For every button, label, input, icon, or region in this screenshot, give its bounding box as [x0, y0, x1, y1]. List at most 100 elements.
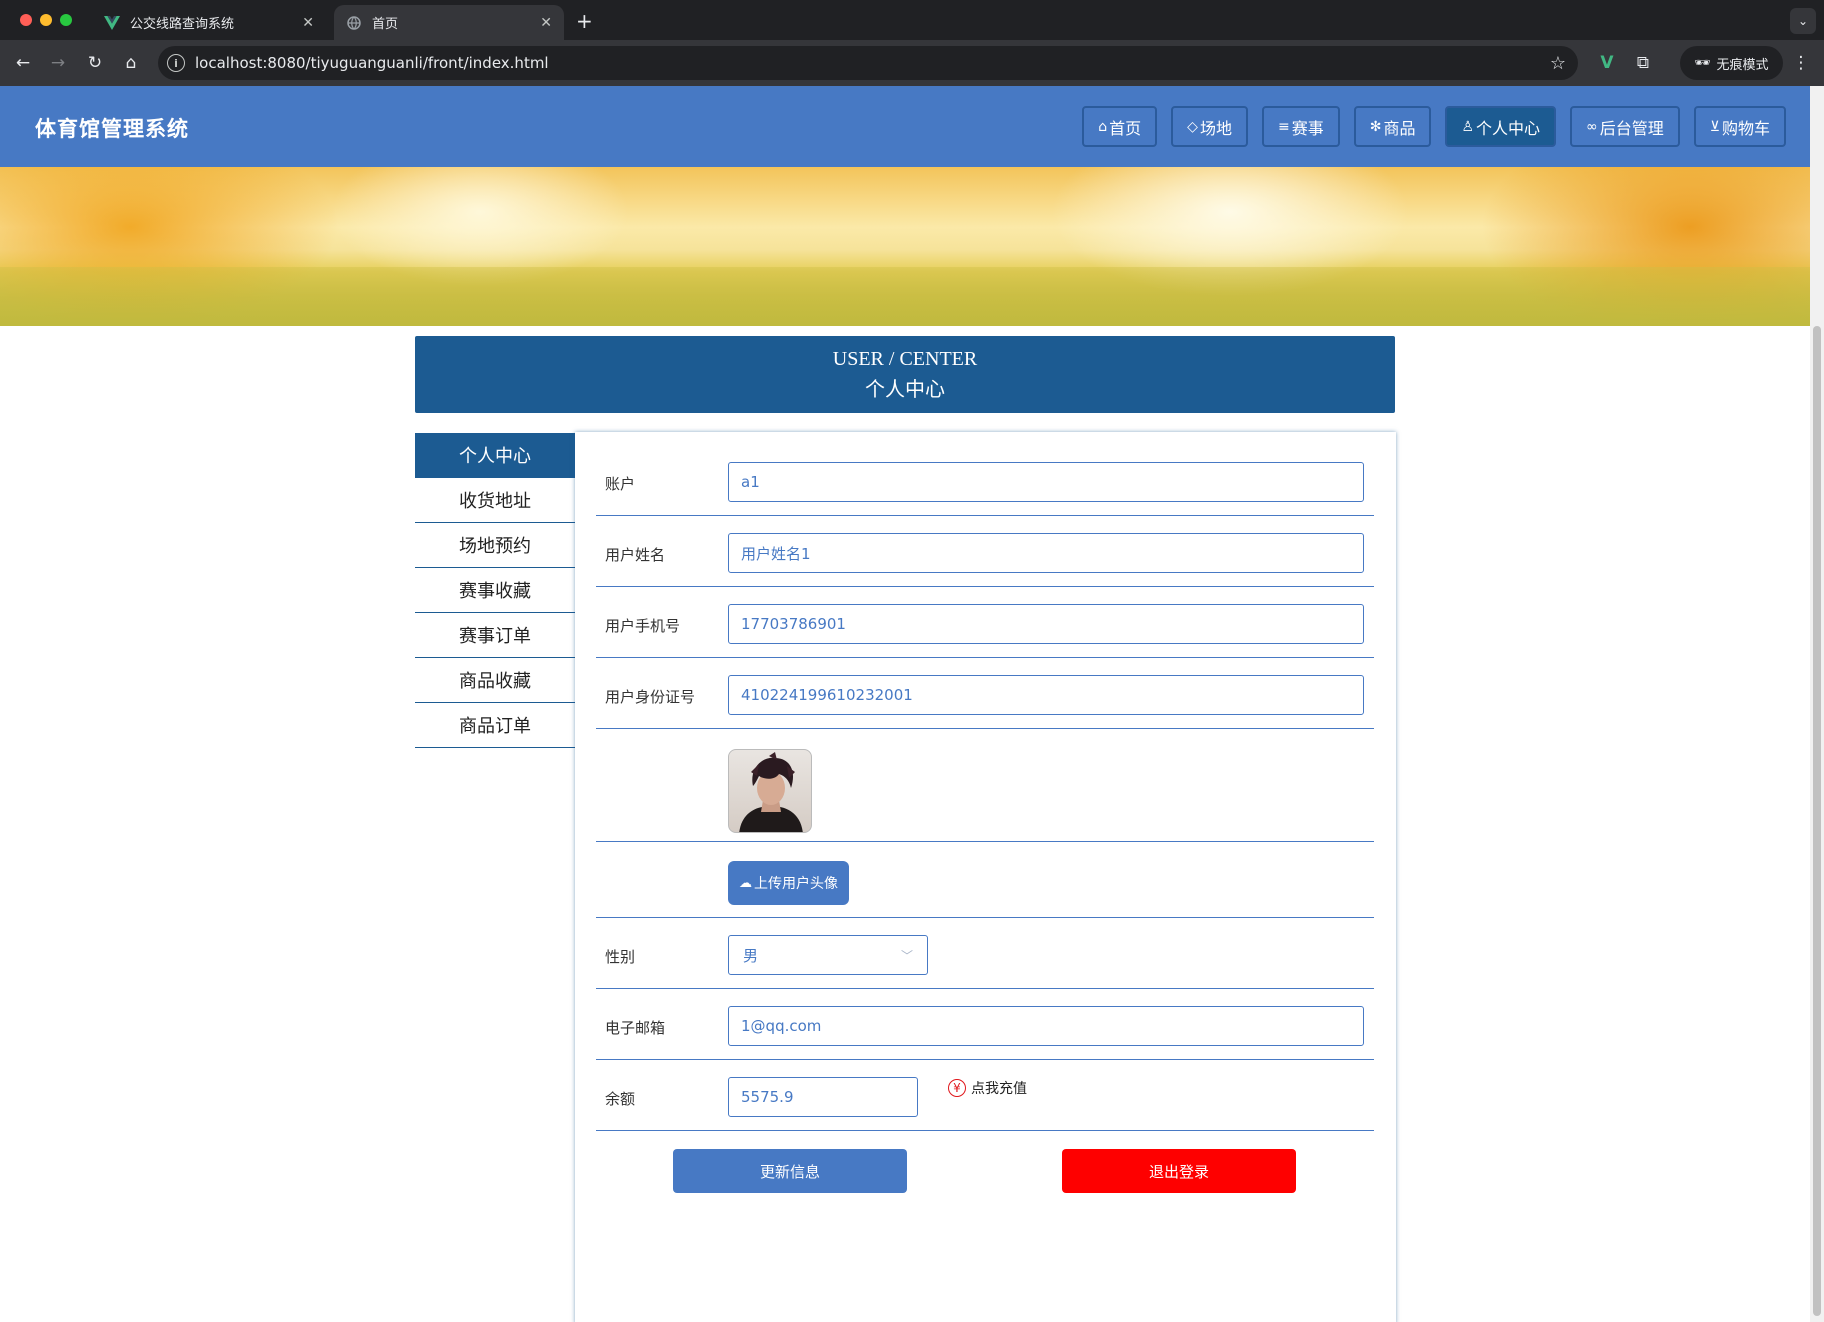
sidebar-item-goods-orders[interactable]: 商品订单 — [415, 703, 575, 748]
incognito-icon: 🕶 — [1694, 55, 1711, 71]
user-icon: ♙ — [1461, 118, 1475, 135]
sliders-icon: ≡ — [1277, 118, 1290, 135]
close-tab-icon[interactable]: ✕ — [540, 15, 552, 31]
recharge-label: 点我充值 — [971, 1081, 1027, 1097]
user-avatar — [728, 749, 812, 833]
form-row-idcard: 用户身份证号 410224199610232001 — [596, 658, 1374, 729]
site-info-icon[interactable]: i — [167, 54, 185, 72]
email-label: 电子邮箱 — [605, 1019, 666, 1037]
site-title: 体育馆管理系统 — [35, 117, 189, 141]
name-label: 用户姓名 — [605, 546, 666, 564]
cloud-upload-icon: ☁ — [739, 875, 752, 891]
update-info-button[interactable]: 更新信息 — [673, 1149, 907, 1193]
gender-value: 男 — [743, 946, 759, 965]
sidebar-item-goods-favorites[interactable]: 商品收藏 — [415, 658, 575, 703]
recharge-link[interactable]: ¥ 点我充值 — [948, 1078, 1027, 1098]
incognito-label: 无痕模式 — [1716, 57, 1769, 73]
form-row-account: 账户 a1 — [596, 432, 1374, 516]
name-input[interactable]: 用户姓名1 — [728, 533, 1364, 573]
sidebar-item-event-orders[interactable]: 赛事订单 — [415, 613, 575, 658]
link-icon: ∞ — [1586, 118, 1598, 135]
sidebar-item-event-favorites[interactable]: 赛事收藏 — [415, 568, 575, 613]
nav-events[interactable]: ≡ 赛事 — [1261, 106, 1340, 147]
form-row-phone: 用户手机号 17703786901 — [596, 587, 1374, 658]
tab-search-icon[interactable]: ⌄ — [1790, 8, 1816, 34]
sidebar-item-venue-booking[interactable]: 场地预约 — [415, 523, 575, 568]
form-row-balance: 余额 5575.9 ¥ 点我充值 — [596, 1060, 1374, 1131]
nav-cart[interactable]: ⊻ 购物车 — [1693, 106, 1786, 147]
chevron-down-icon: ﹀ — [900, 948, 913, 963]
forward-icon[interactable]: → — [45, 50, 71, 76]
sidebar: 个人中心 收货地址 场地预约 赛事收藏 赛事订单 商品收藏 商品订单 — [415, 433, 575, 748]
extensions-icon[interactable]: ⧉ — [1630, 50, 1656, 76]
minimize-window-button[interactable] — [40, 14, 52, 26]
form-row-email: 电子邮箱 1@qq.com — [596, 989, 1374, 1060]
user-form-panel: 账户 a1 用户姓名 用户姓名1 用户手机号 17703786901 用户身份证… — [575, 432, 1396, 1322]
sidebar-item-user-center[interactable]: 个人中心 — [415, 433, 575, 478]
idcard-label: 用户身份证号 — [605, 688, 696, 706]
browser-tabstrip: 公交线路查询系统 ✕ 首页 ✕ + ⌄ — [0, 0, 1824, 40]
cart-icon: ⊻ — [1709, 118, 1720, 135]
home-icon[interactable]: ⌂ — [118, 50, 144, 76]
address-bar[interactable]: i localhost:8080/tiyuguanguanli/front/in… — [158, 46, 1578, 80]
vue-devtools-icon[interactable]: V — [1594, 50, 1620, 76]
gender-label: 性别 — [605, 948, 636, 966]
idcard-input[interactable]: 410224199610232001 — [728, 675, 1364, 715]
account-input[interactable]: a1 — [728, 462, 1364, 502]
globe-icon — [346, 15, 362, 31]
browser-tab[interactable]: 公交线路查询系统 ✕ — [92, 5, 326, 40]
nav-label: 个人中心 — [1476, 118, 1541, 138]
banner-carousel — [0, 167, 1810, 326]
bookmark-star-icon[interactable]: ☆ — [1550, 53, 1566, 74]
nav-user-center[interactable]: ♙ 个人中心 — [1445, 106, 1557, 147]
close-window-button[interactable] — [20, 14, 32, 26]
balance-label: 余额 — [605, 1090, 636, 1108]
scrollbar-thumb[interactable] — [1813, 326, 1821, 1316]
page-viewport: 体育馆管理系统 ⌂ 首页 ◇ 场地 ≡ 赛事 ✻ 商品 ♙ 个人中心 ∞ 后台管… — [0, 86, 1810, 1322]
section-title: USER / CENTER 个人中心 — [415, 336, 1395, 413]
upload-avatar-button[interactable]: ☁ 上传用户头像 — [728, 861, 849, 905]
url-text: localhost:8080/tiyuguanguanli/front/inde… — [195, 54, 549, 72]
home-icon: ⌂ — [1098, 118, 1108, 135]
account-label: 账户 — [605, 475, 636, 493]
form-row-upload: ☁ 上传用户头像 — [596, 842, 1374, 918]
phone-input[interactable]: 17703786901 — [728, 604, 1364, 644]
form-row-avatar — [596, 729, 1374, 842]
upload-avatar-label: 上传用户头像 — [754, 876, 838, 892]
zoom-window-button[interactable] — [60, 14, 72, 26]
site-header: 体育馆管理系统 ⌂ 首页 ◇ 场地 ≡ 赛事 ✻ 商品 ♙ 个人中心 ∞ 后台管… — [0, 86, 1810, 167]
gender-select[interactable]: 男 ﹀ — [728, 935, 928, 975]
browser-toolbar: ← → ↻ ⌂ i localhost:8080/tiyuguanguanli/… — [0, 40, 1824, 86]
page-scrollbar[interactable] — [1810, 86, 1824, 1322]
nav-home[interactable]: ⌂ 首页 — [1082, 106, 1158, 147]
incognito-indicator[interactable]: 🕶 无痕模式 — [1680, 46, 1783, 80]
browser-menu-icon[interactable]: ⋮ — [1788, 50, 1814, 76]
close-tab-icon[interactable]: ✕ — [302, 15, 314, 31]
sidebar-item-address[interactable]: 收货地址 — [415, 478, 575, 523]
reload-icon[interactable]: ↻ — [82, 50, 108, 76]
tab-title: 首页 — [372, 17, 399, 32]
balance-input[interactable]: 5575.9 — [728, 1077, 918, 1117]
nav-label: 赛事 — [1291, 118, 1324, 138]
form-row-name: 用户姓名 用户姓名1 — [596, 516, 1374, 587]
nav-label: 商品 — [1383, 118, 1416, 138]
tag-icon: ◇ — [1187, 118, 1198, 135]
main-nav: ⌂ 首页 ◇ 场地 ≡ 赛事 ✻ 商品 ♙ 个人中心 ∞ 后台管理 ⊻ 购物车 — [1082, 106, 1786, 147]
nav-admin[interactable]: ∞ 后台管理 — [1570, 106, 1680, 147]
snowflake-icon: ✻ — [1369, 118, 1382, 135]
phone-label: 用户手机号 — [605, 617, 681, 635]
new-tab-button[interactable]: + — [576, 9, 593, 33]
nav-goods[interactable]: ✻ 商品 — [1353, 106, 1432, 147]
nav-label: 购物车 — [1721, 118, 1770, 138]
nav-label: 首页 — [1109, 118, 1142, 138]
nav-venue[interactable]: ◇ 场地 — [1171, 106, 1248, 147]
vue-logo-icon — [104, 15, 120, 31]
nav-label: 场地 — [1199, 118, 1232, 138]
browser-tab-active[interactable]: 首页 ✕ — [334, 5, 564, 40]
logout-button[interactable]: 退出登录 — [1062, 1149, 1296, 1193]
email-input[interactable]: 1@qq.com — [728, 1006, 1364, 1046]
tab-title: 公交线路查询系统 — [130, 17, 235, 32]
form-row-gender: 性别 男 ﹀ — [596, 918, 1374, 989]
yen-icon: ¥ — [948, 1079, 966, 1097]
back-icon[interactable]: ← — [10, 50, 36, 76]
